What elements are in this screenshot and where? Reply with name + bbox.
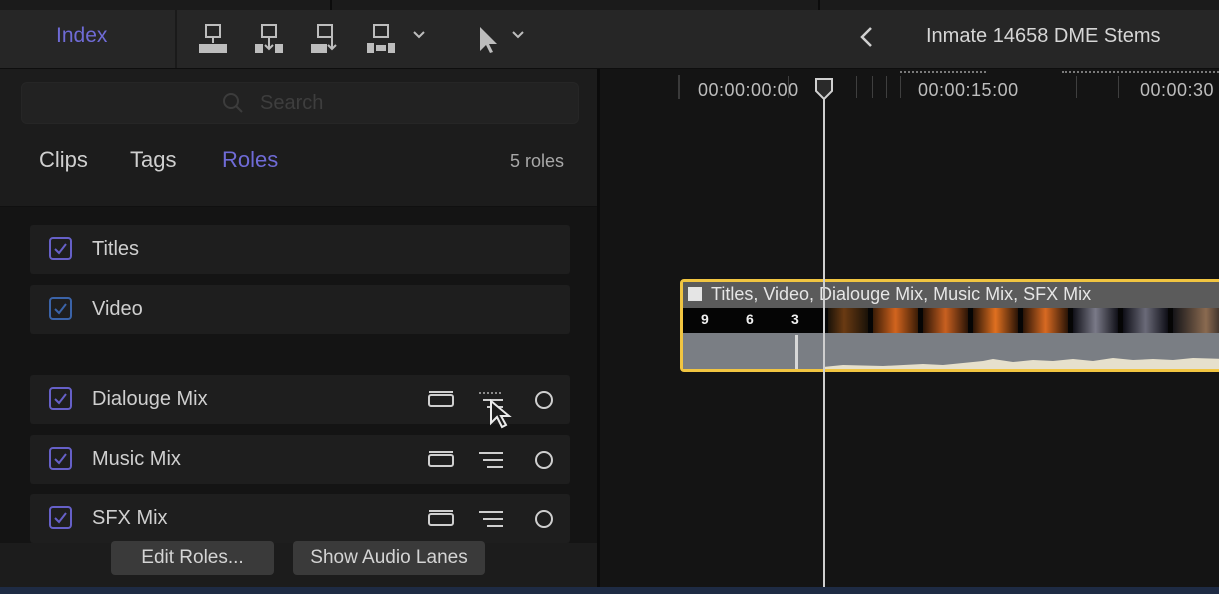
countdown-number: 6 (746, 311, 754, 327)
focus-lane-icon[interactable] (428, 389, 454, 411)
clip-title-bar: Titles, Video, Dialouge Mix, Music Mix, … (683, 282, 1219, 308)
ruler-timecode: 00:00:15:00 (918, 80, 1019, 100)
role-checkbox[interactable] (49, 237, 72, 260)
focus-lane-icon[interactable] (428, 508, 454, 530)
ruler-tick (856, 76, 857, 98)
ruler-tick (886, 76, 887, 98)
timeline-clip[interactable]: Titles, Video, Dialouge Mix, Music Mix, … (680, 279, 1219, 372)
video-thumbnail (1123, 308, 1168, 333)
role-label: Dialouge Mix (92, 388, 208, 410)
ruler-timecode: 00:00:00:00 (698, 80, 799, 100)
timeline[interactable]: 00:00:00:00 00:00:15:00 00:00:30 Titles,… (600, 69, 1219, 587)
ruler-tick (1118, 76, 1119, 98)
video-thumbnail (1023, 308, 1068, 333)
mouse-cursor-icon (490, 399, 512, 429)
playhead-handle-icon[interactable] (814, 77, 834, 101)
compound-clip-icon (688, 287, 702, 301)
search-input[interactable] (258, 90, 562, 116)
focus-lane-icon[interactable] (428, 449, 454, 471)
divider (330, 0, 332, 10)
select-tool-icon[interactable] (472, 19, 506, 59)
role-row-dialogue-mix[interactable]: Dialouge Mix (30, 375, 570, 429)
role-label: SFX Mix (92, 507, 168, 529)
subroles-icon[interactable] (478, 449, 504, 471)
playhead[interactable] (823, 89, 825, 587)
overwrite-clip-icon[interactable] (365, 19, 399, 59)
role-row-sfx-mix[interactable]: SFX Mix (30, 494, 570, 543)
role-checkbox[interactable] (49, 387, 72, 410)
clip-title: Titles, Video, Dialouge Mix, Music Mix, … (711, 284, 1092, 304)
audio-waveform (683, 333, 1219, 369)
timeline-index-panel: Clips Tags Roles 5 roles Titles Video Di… (0, 69, 597, 587)
ruler-tick (872, 76, 873, 98)
ruler-timecode: 00:00:30 (1140, 80, 1215, 100)
toolbar: Index Inmate 14658 DME Stems (0, 10, 1219, 69)
solo-circle-icon[interactable] (535, 391, 553, 409)
window-top-strip (0, 0, 1219, 10)
ruler-tick (900, 76, 901, 98)
divider (818, 0, 820, 10)
video-thumbnail (828, 308, 868, 333)
solo-circle-icon[interactable] (535, 451, 553, 469)
role-label: Music Mix (92, 448, 181, 470)
chevron-left-icon[interactable] (855, 24, 879, 50)
append-clip-icon[interactable] (309, 19, 343, 59)
video-thumbnail (973, 308, 1018, 333)
countdown-number: 3 (791, 311, 799, 327)
role-label: Video (92, 298, 143, 320)
roles-list: Titles Video Dialouge Mix Music Mix SFX (0, 207, 597, 543)
countdown-number: 9 (701, 311, 709, 327)
role-row-video[interactable]: Video (30, 285, 570, 334)
chevron-down-icon[interactable] (511, 28, 525, 42)
search-field[interactable] (21, 82, 579, 124)
index-button[interactable]: Index (56, 24, 107, 48)
solo-circle-icon[interactable] (535, 510, 553, 528)
window-bottom-edge (0, 587, 1219, 594)
tab-roles[interactable]: Roles (222, 147, 278, 173)
toolbar-divider (175, 10, 177, 68)
show-audio-lanes-button[interactable]: Show Audio Lanes (293, 541, 485, 575)
role-row-titles[interactable]: Titles (30, 225, 570, 274)
ruler-tick (1076, 76, 1077, 98)
role-label: Titles (92, 238, 140, 260)
subroles-icon[interactable] (478, 508, 504, 530)
clip-filmstrip: 9 6 3 (683, 308, 1219, 333)
ruler-start-marker (678, 75, 680, 99)
ruler-marker (1062, 71, 1219, 76)
tab-tags[interactable]: Tags (130, 147, 176, 173)
roles-count: 5 roles (510, 151, 565, 171)
insert-clip-icon[interactable] (253, 19, 287, 59)
video-thumbnail (1073, 308, 1118, 333)
edit-roles-button[interactable]: Edit Roles... (111, 541, 274, 575)
role-checkbox[interactable] (49, 447, 72, 470)
connect-clip-icon[interactable] (197, 19, 231, 59)
video-thumbnail (873, 308, 918, 333)
role-checkbox[interactable] (49, 506, 72, 529)
tab-clips[interactable]: Clips (39, 147, 88, 173)
ruler-marker (900, 71, 986, 76)
video-thumbnail (1173, 308, 1219, 333)
chevron-down-icon[interactable] (412, 28, 426, 42)
video-thumbnail (923, 308, 968, 333)
role-checkbox[interactable] (49, 297, 72, 320)
project-title: Inmate 14658 DME Stems (926, 25, 1161, 47)
search-icon (223, 93, 243, 113)
role-row-music-mix[interactable]: Music Mix (30, 435, 570, 484)
